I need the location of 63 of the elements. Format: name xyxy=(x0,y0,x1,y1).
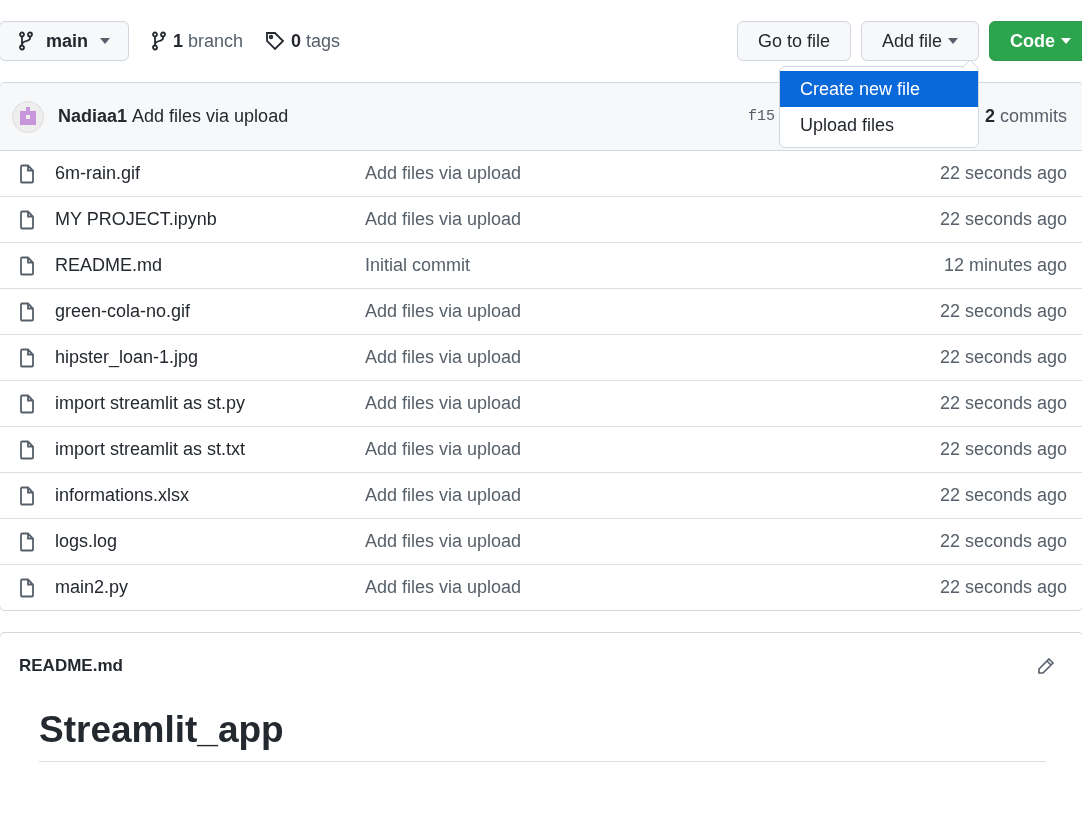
tag-icon xyxy=(265,31,286,51)
commit-age: 22 seconds ago xyxy=(939,485,1067,506)
commit-message[interactable]: Add files via upload xyxy=(365,163,940,184)
file-name[interactable]: import streamlit as st.py xyxy=(55,393,365,414)
commit-message[interactable]: Add files via upload xyxy=(365,577,940,598)
add-file-button[interactable]: Add file xyxy=(860,21,979,61)
caret-icon xyxy=(948,38,958,44)
file-name[interactable]: informations.xlsx xyxy=(55,485,365,506)
caret-icon xyxy=(100,38,110,44)
commit-message[interactable]: Add files via upload xyxy=(365,393,940,414)
file-name[interactable]: hipster_loan-1.jpg xyxy=(55,347,365,368)
commit-age: 22 seconds ago xyxy=(939,347,1067,368)
file-name[interactable]: main2.py xyxy=(55,577,365,598)
commit-message[interactable]: Add files via upload xyxy=(365,439,940,460)
commit-age: 22 seconds ago xyxy=(939,531,1067,552)
branches-count[interactable]: 1 branch xyxy=(173,30,244,52)
commit-message[interactable]: Add files via upload xyxy=(365,347,940,368)
file-name[interactable]: MY PROJECT.ipynb xyxy=(55,209,365,230)
commit-author[interactable]: Nadiaa1 xyxy=(58,106,128,127)
commit-hash[interactable]: f15 xyxy=(747,108,775,125)
readme-file-name: README.md xyxy=(19,656,123,676)
file-name[interactable]: import streamlit as st.txt xyxy=(55,439,365,460)
tags-count[interactable]: 0 tags xyxy=(291,30,341,52)
file-icon xyxy=(19,531,35,552)
file-icon xyxy=(19,347,35,368)
file-name[interactable]: README.md xyxy=(55,255,365,276)
file-icon xyxy=(19,485,35,506)
menu-item[interactable]: Create new file xyxy=(780,71,978,107)
commit-age: 22 seconds ago xyxy=(939,209,1067,230)
commit-message[interactable]: Add files via upload xyxy=(132,106,289,127)
commit-message[interactable]: Add files via upload xyxy=(365,301,940,322)
commit-message[interactable]: Add files via upload xyxy=(365,485,940,506)
branches-link[interactable]: 1 branch xyxy=(151,30,244,52)
branch-icon xyxy=(151,31,167,51)
file-icon xyxy=(19,163,35,184)
file-icon xyxy=(19,301,35,322)
branch-button[interactable]: main xyxy=(0,21,129,61)
file-icon xyxy=(19,209,35,230)
file-name[interactable]: green-cola-no.gif xyxy=(55,301,365,322)
edit-icon[interactable] xyxy=(1037,657,1055,675)
commit-age: 22 seconds ago xyxy=(939,577,1067,598)
commit-message[interactable]: Initial commit xyxy=(365,255,944,276)
commit-message[interactable]: Add files via upload xyxy=(365,209,940,230)
file-icon xyxy=(19,255,35,276)
file-name[interactable]: 6m-rain.gif xyxy=(55,163,365,184)
file-icon xyxy=(19,577,35,598)
commit-age: 22 seconds ago xyxy=(939,301,1067,322)
file-icon xyxy=(19,393,35,414)
tags-link[interactable]: 0 tags xyxy=(265,30,341,52)
file-icon xyxy=(19,439,35,460)
avatar-icon xyxy=(12,100,44,133)
commit-message[interactable]: Add files via upload xyxy=(365,531,940,552)
commit-age: 22 seconds ago xyxy=(939,439,1067,460)
caret-icon xyxy=(1061,38,1071,44)
commit-age: 22 seconds ago xyxy=(939,163,1067,184)
go-to-file-button[interactable]: Go to file xyxy=(736,21,851,61)
commit-age: 22 seconds ago xyxy=(939,393,1067,414)
readme-heading: Streamlit_app xyxy=(39,699,1046,762)
file-name[interactable]: logs.log xyxy=(55,531,365,552)
branch-icon xyxy=(18,31,34,51)
menu-item[interactable]: Upload files xyxy=(780,107,978,143)
commits-link[interactable]: 2 commits xyxy=(985,106,1067,127)
commit-age: 12 minutes ago xyxy=(943,255,1067,276)
